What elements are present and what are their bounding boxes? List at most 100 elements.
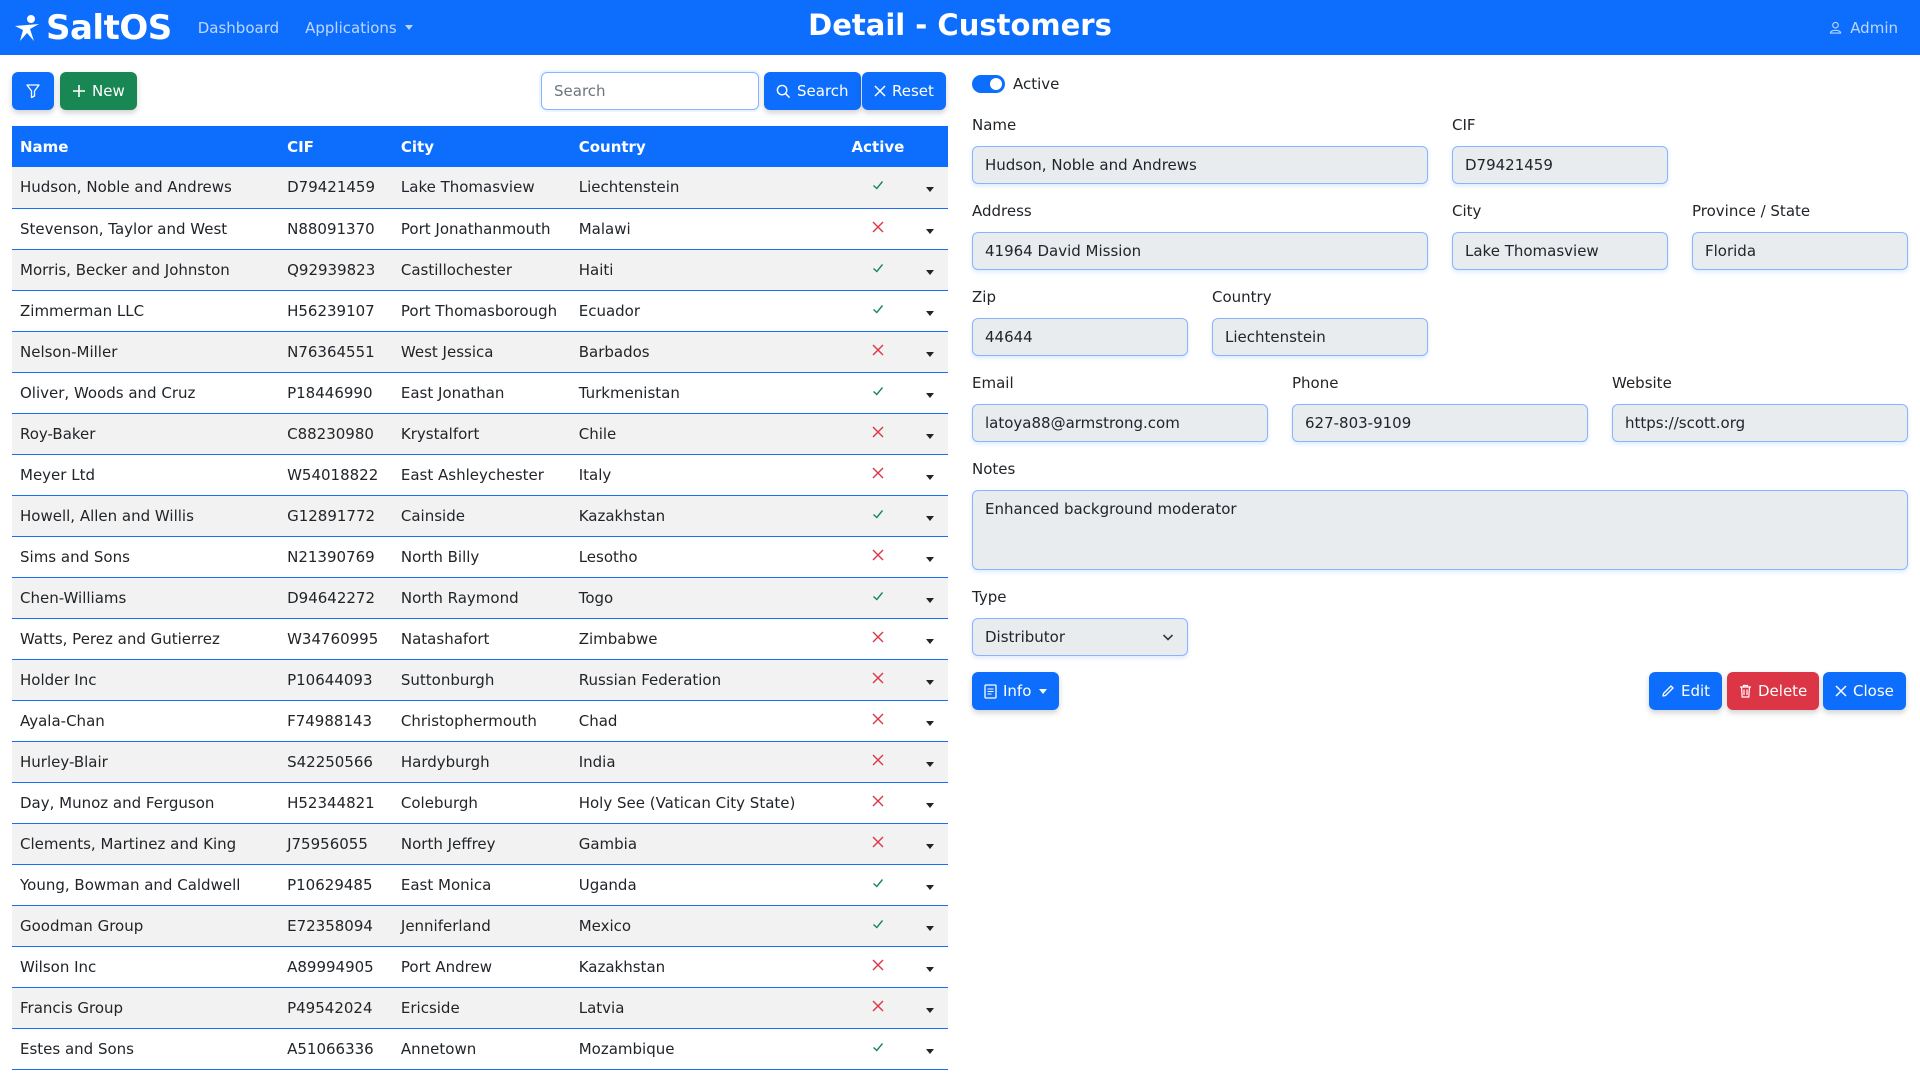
table-row[interactable]: Hurley-Blair S42250566 Hardyburgh India: [12, 741, 948, 783]
cell-city: Lake Thomasview: [392, 167, 571, 209]
delete-button-label: Delete: [1758, 682, 1808, 700]
header-city[interactable]: City: [392, 126, 571, 167]
cell-city: North Jeffrey: [392, 823, 571, 865]
row-actions-dropdown[interactable]: [912, 208, 948, 250]
table-row[interactable]: Francis Group P49542024 Ericside Latvia: [12, 987, 948, 1029]
row-actions-dropdown[interactable]: [912, 454, 948, 496]
province-field[interactable]: Florida: [1692, 232, 1908, 270]
row-actions-dropdown[interactable]: [912, 946, 948, 988]
cell-cif: E72358094: [279, 905, 393, 947]
row-actions-dropdown[interactable]: [912, 495, 948, 537]
table-row[interactable]: Watts, Perez and Gutierrez W34760995 Natas…: [12, 618, 948, 660]
cell-cif: C88230980: [279, 413, 393, 455]
header-name[interactable]: Name: [12, 126, 280, 167]
table-row[interactable]: Howell, Allen and Willis G12891772 Cainsid…: [12, 495, 948, 537]
cell-name: Watts, Perez and Gutierrez: [12, 618, 280, 660]
row-actions-dropdown[interactable]: [912, 905, 948, 947]
row-actions-dropdown[interactable]: [912, 823, 948, 865]
website-field[interactable]: https://scott.org: [1612, 404, 1908, 442]
table-row[interactable]: Estes and Sons A51066336 Annetown Mozambiqu…: [12, 1028, 948, 1070]
edit-button[interactable]: Edit: [1649, 672, 1723, 710]
table-row[interactable]: Day, Munoz and Ferguson H52344821 Coleburg…: [12, 782, 948, 824]
cell-name: Zimmerman LLC: [12, 290, 280, 332]
name-field[interactable]: Hudson, Noble and Andrews: [972, 146, 1428, 184]
nav-applications[interactable]: Applications: [305, 19, 413, 37]
cell-country: Lesotho: [570, 536, 844, 578]
nav-applications-label: Applications: [305, 18, 397, 37]
country-field[interactable]: Liechtenstein: [1212, 318, 1428, 356]
table-row[interactable]: Chen-Williams D94642272 North Raymond Togo: [12, 577, 948, 619]
row-actions-dropdown[interactable]: [912, 577, 948, 619]
row-actions-dropdown[interactable]: [912, 413, 948, 455]
search-button[interactable]: Search: [764, 72, 861, 110]
header-country[interactable]: Country: [570, 126, 844, 167]
row-actions-dropdown[interactable]: [912, 536, 948, 578]
city-field[interactable]: Lake Thomasview: [1452, 232, 1668, 270]
row-actions-dropdown[interactable]: [912, 331, 948, 373]
cell-cif: P18446990: [279, 372, 393, 414]
row-actions-dropdown[interactable]: [912, 741, 948, 783]
table-row[interactable]: Young, Bowman and Caldwell P10629485 East …: [12, 864, 948, 906]
reset-button-label: Reset: [892, 82, 934, 100]
table-row[interactable]: Stevenson, Taylor and West N88091370 Port …: [12, 208, 948, 250]
table-row[interactable]: Goodman Group E72358094 Jenniferland Mexico: [12, 905, 948, 947]
caret-down-icon: [926, 884, 935, 890]
phone-field[interactable]: 627-803-9109: [1292, 404, 1588, 442]
address-field[interactable]: 41964 David Mission: [972, 232, 1428, 270]
reset-button[interactable]: Reset: [862, 72, 946, 110]
info-button[interactable]: Info: [972, 672, 1060, 710]
row-actions-dropdown[interactable]: [912, 700, 948, 742]
table-row[interactable]: Sims and Sons N21390769 North Billy Lesotho: [12, 536, 948, 578]
cell-cif: D79421459: [279, 167, 393, 209]
caret-down-icon: [926, 474, 935, 480]
row-actions-dropdown[interactable]: [912, 290, 948, 332]
cell-country: Kazakhstan: [570, 946, 844, 988]
table-row[interactable]: Roy-Baker C88230980 Krystalfort Chile: [12, 413, 948, 455]
pencil-icon: [1662, 685, 1674, 697]
table-row[interactable]: Ayala-Chan F74988143 Christophermouth Chad: [12, 700, 948, 742]
zip-field[interactable]: 44644: [972, 318, 1188, 356]
table-row[interactable]: Meyer Ltd W54018822 East Ashleychester Ital…: [12, 454, 948, 496]
caret-down-icon: [1039, 688, 1048, 694]
notes-textarea[interactable]: Enhanced background moderator: [972, 490, 1908, 570]
table-row[interactable]: Clements, Martinez and King J75956055 Nort…: [12, 823, 948, 865]
header-cif[interactable]: CIF: [279, 126, 393, 167]
row-actions-dropdown[interactable]: [912, 167, 948, 209]
row-actions-dropdown[interactable]: [912, 372, 948, 414]
cell-cif: H52344821: [279, 782, 393, 824]
cif-field[interactable]: D79421459: [1452, 146, 1668, 184]
user-menu[interactable]: Admin: [1829, 19, 1898, 37]
close-button[interactable]: Close: [1823, 672, 1906, 710]
table-row[interactable]: Morris, Becker and Johnston Q92939823 Cast…: [12, 249, 948, 291]
email-field[interactable]: latoya88@armstrong.com: [972, 404, 1268, 442]
table-row[interactable]: Oliver, Woods and Cruz P18446990 East Jona…: [12, 372, 948, 414]
check-icon: [872, 591, 883, 601]
row-actions-dropdown[interactable]: [912, 782, 948, 824]
header-active[interactable]: Active: [843, 126, 913, 167]
row-actions-dropdown[interactable]: [912, 864, 948, 906]
nav-dashboard[interactable]: Dashboard: [198, 19, 279, 37]
row-actions-dropdown[interactable]: [912, 618, 948, 660]
cell-name: Goodman Group: [12, 905, 280, 947]
caret-down-icon: [926, 925, 935, 931]
cell-active: [843, 905, 913, 947]
filter-button[interactable]: [12, 72, 54, 110]
brand-logo[interactable]: SaltOS: [12, 8, 172, 48]
delete-button[interactable]: Delete: [1727, 672, 1820, 710]
cross-icon: [872, 467, 884, 478]
cell-city: East Jonathan: [392, 372, 571, 414]
caret-down-icon: [926, 351, 935, 357]
new-button[interactable]: New: [60, 72, 137, 110]
row-actions-dropdown[interactable]: [912, 249, 948, 291]
table-row[interactable]: Wilson Inc A89994905 Port Andrew Kazakhstan: [12, 946, 948, 988]
table-row[interactable]: Holder Inc P10644093 Suttonburgh Russian Fe…: [12, 659, 948, 701]
row-actions-dropdown[interactable]: [912, 659, 948, 701]
table-row[interactable]: Nelson-Miller N76364551 West Jessica Barbad…: [12, 331, 948, 373]
search-input[interactable]: Search: [541, 72, 759, 110]
table-row[interactable]: Zimmerman LLC H56239107 Port Thomasborough…: [12, 290, 948, 332]
table-row[interactable]: Hudson, Noble and Andrews D79421459 Lake T…: [12, 167, 948, 209]
row-actions-dropdown[interactable]: [912, 987, 948, 1029]
row-actions-dropdown[interactable]: [912, 1028, 948, 1070]
active-toggle[interactable]: [972, 75, 1005, 93]
type-select[interactable]: Distributor: [972, 618, 1188, 656]
